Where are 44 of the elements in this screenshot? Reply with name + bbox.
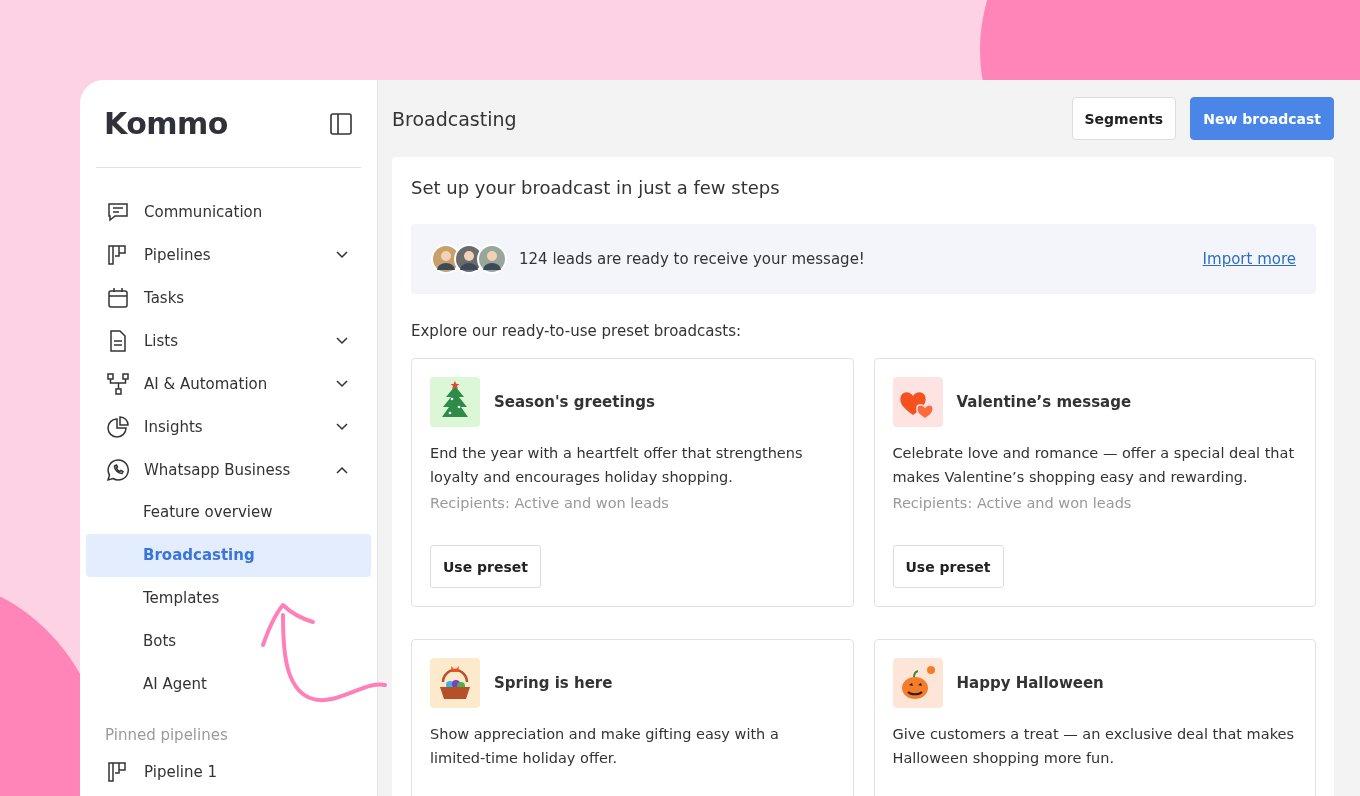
submenu-item[interactable]: Broadcasting (86, 534, 371, 577)
card-title: Spring is here (494, 674, 613, 692)
card-description: Celebrate love and romance — offer a special deal that makes Valentine’s shopping easy and rewarding. (892, 444, 1296, 487)
basket-icon (430, 658, 480, 708)
nav-item[interactable]: Tasks (86, 276, 371, 319)
page-title: Broadcasting (392, 107, 518, 130)
submenu-item[interactable]: AI Agent (86, 663, 371, 706)
card-description: Show appreciation and make gifting easy with a limited-time holiday offer. (430, 725, 780, 768)
segments-button[interactable]: Segments (1071, 97, 1177, 140)
calendar-icon (106, 285, 130, 310)
submenu-item[interactable]: Bots (86, 620, 371, 663)
use-preset-button[interactable]: Use preset (430, 545, 541, 588)
panel-heading: Set up your broadcast in just a few steps (411, 177, 781, 198)
nav-item[interactable]: Lists (86, 319, 371, 362)
card-title: Happy Halloween (956, 674, 1104, 692)
nav-item[interactable]: AI & Automation (86, 362, 371, 405)
pumpkin-icon (892, 658, 943, 708)
submenu-item[interactable]: Templates (86, 577, 371, 620)
use-preset-button[interactable]: Use preset (892, 545, 1004, 588)
sidebar-toggle-icon[interactable] (329, 111, 353, 136)
new-broadcast-button[interactable]: New broadcast (1190, 97, 1334, 140)
nav-item[interactable]: Insights (86, 405, 371, 448)
nav-item[interactable]: Pipeline 1 (86, 750, 371, 793)
nav-item[interactable]: Pipelines (86, 233, 371, 276)
nav-item[interactable]: Communication (86, 190, 371, 233)
avatar-icon (477, 244, 507, 274)
leads-message: 124 leads are ready to receive your message! (519, 250, 866, 268)
section-heading: Pinned pipelines (104, 725, 229, 746)
recipients-text: Recipients: Active and won leads (892, 495, 1133, 511)
whatsapp-icon (106, 457, 130, 482)
hearts-icon (892, 377, 943, 427)
nav-item[interactable]: Whatsapp Business (86, 448, 371, 491)
recipients-text: Recipients: Active and won leads (430, 495, 670, 511)
card-description: Give customers a treat — an exclusive deal that makes Halloween shopping more fun. (892, 725, 1295, 768)
card-description: End the year with a heartfelt offer that strengthens loyalty and encourages holiday shopping. (430, 444, 804, 487)
import-more-link[interactable]: Import more (1202, 250, 1296, 268)
pie-icon (106, 414, 130, 439)
card-title: Season's greetings (494, 393, 655, 411)
flow-icon (106, 371, 130, 396)
logo[interactable]: Kommo (104, 106, 228, 141)
christmas-tree-icon (430, 377, 480, 427)
section-label: Explore our ready-to-use preset broadcasts: (411, 322, 743, 340)
submenu-item[interactable]: Feature overview (86, 491, 371, 534)
card-title: Valentine’s message (956, 393, 1132, 411)
